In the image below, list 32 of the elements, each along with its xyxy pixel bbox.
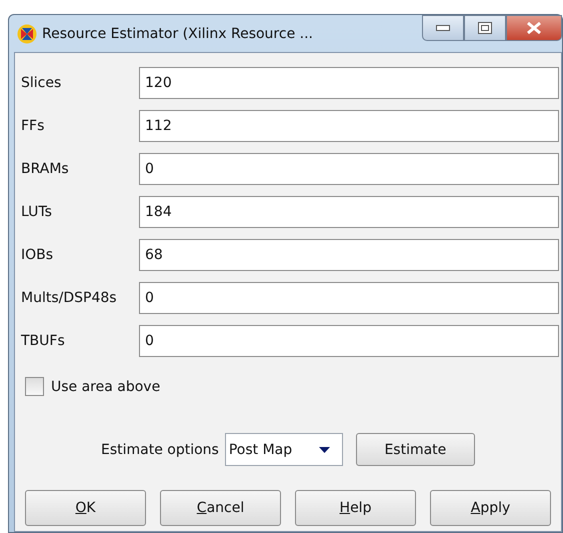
dialog-button[interactable]: Apply [430,490,551,526]
field-label: Mults/DSP48s [21,290,118,306]
input-field[interactable]: 0 [139,282,559,314]
checkbox[interactable] [25,377,44,396]
input-field[interactable]: 112 [139,110,559,142]
field-label: IOBs [21,247,54,263]
input-field[interactable]: 68 [139,239,559,271]
close-icon [526,22,542,34]
input-field[interactable]: 0 [139,325,559,357]
minimize-icon [436,25,450,31]
field-label: LUTs [21,204,53,220]
close-button[interactable] [506,15,562,41]
input-field[interactable]: 184 [139,196,559,228]
maximize-button[interactable] [464,15,506,41]
dialog-button[interactable]: Cancel [160,490,281,526]
caret-icon [318,446,330,452]
window-title: Resource Estimator (Xilinx Resource ... [42,26,313,42]
field-label: BRAMs [21,161,70,177]
dialog-button[interactable]: Help [295,490,416,526]
input-field[interactable]: 120 [139,67,559,99]
field-label: Slices [21,75,62,91]
field-label: TBUFs [21,333,66,349]
minimize-button[interactable] [422,15,464,41]
dropdown-label: Estimate options [101,442,219,458]
dropdown[interactable]: Post Map [224,433,343,466]
checkbox-label: Use area above [51,378,160,394]
dialog-button[interactable]: OK [25,490,146,526]
input-field[interactable]: 0 [139,153,559,185]
field-label: FFs [21,118,46,134]
app-logo-icon [17,24,37,44]
estimate-button[interactable]: Estimate [356,433,475,466]
maximize-icon [478,22,492,34]
